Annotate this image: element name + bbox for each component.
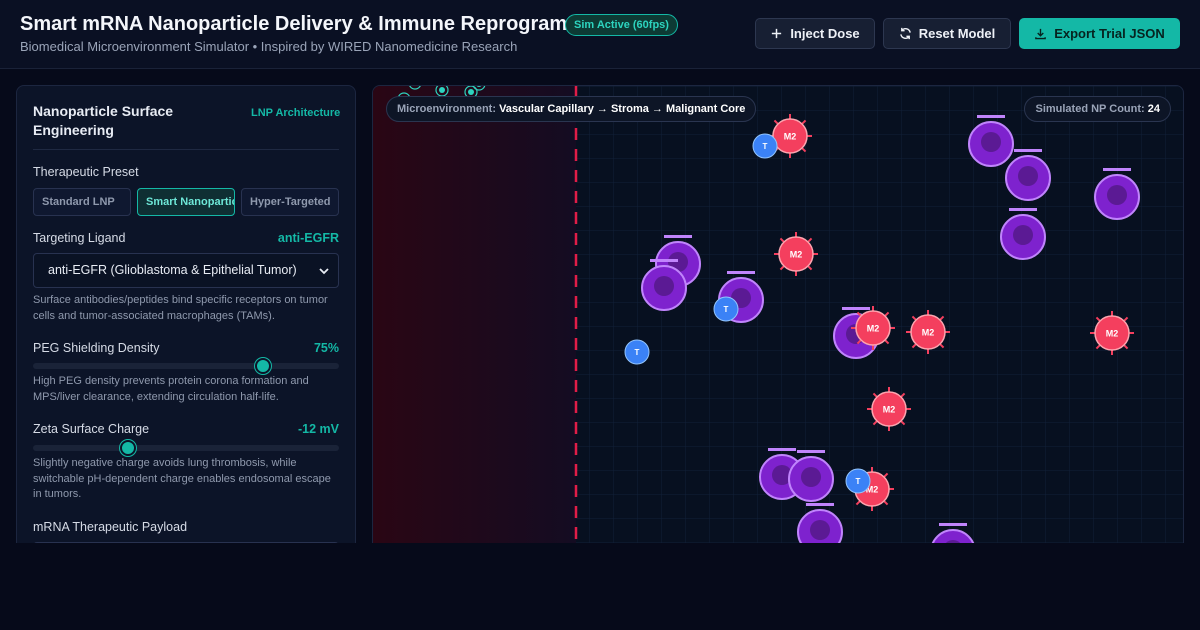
t-cell-label: T: [763, 142, 768, 151]
m2-label: M2: [790, 250, 803, 260]
m2-label: M2: [883, 405, 896, 415]
zeta-slider-thumb[interactable]: [119, 440, 136, 456]
m2-macrophage: M2: [906, 310, 950, 354]
np-count-pill: Simulated NP Count: 24: [1024, 96, 1171, 122]
architecture-tag: LNP Architecture: [251, 107, 341, 119]
np-count-value: 24: [1147, 103, 1160, 115]
reset-model-button[interactable]: Reset Model: [883, 18, 1011, 49]
zeta-value: -12 mV: [298, 422, 339, 436]
env-path: Vascular Capillary → Stroma → Malignant …: [499, 103, 746, 115]
m2-label: M2: [784, 132, 797, 142]
m2-label: M2: [1106, 329, 1119, 339]
inject-dose-label: Inject Dose: [790, 26, 860, 41]
surface-engineering-panel: Nanoparticle Surface Engineering LNP Arc…: [16, 85, 356, 555]
export-json-label: Export Trial JSON: [1054, 26, 1165, 41]
chevron-down-icon: [319, 268, 329, 275]
payload-label: mRNA Therapeutic Payload: [33, 520, 188, 534]
capillary-region: [373, 86, 576, 554]
plus-icon: [772, 28, 782, 39]
peg-label: PEG Shielding Density: [33, 341, 160, 355]
m2-macrophage: M2: [1090, 311, 1134, 355]
zeta-label: Zeta Surface Charge: [33, 422, 150, 436]
ligand-select-value: anti-EGFR (Glioblastoma & Epithelial Tum…: [48, 263, 297, 277]
peg-description: High PEG density prevents protein corona…: [33, 375, 309, 403]
t-cell: T: [624, 339, 650, 365]
peg-slider[interactable]: [33, 358, 339, 374]
panel-divider: [33, 149, 339, 150]
preset-standard-lnp[interactable]: Standard LNP: [33, 188, 131, 216]
app-header: Smart mRNA Nanoparticle Delivery & Immun…: [0, 0, 1200, 69]
panel-title: Nanoparticle Surface Engineering: [33, 103, 174, 138]
peg-slider-thumb[interactable]: [254, 358, 271, 374]
env-label: Microenvironment:: [397, 103, 497, 115]
export-json-button[interactable]: Export Trial JSON: [1019, 18, 1180, 49]
preset-label: Therapeutic Preset: [33, 165, 139, 179]
np-count-label: Simulated NP Count:: [1035, 103, 1145, 115]
page-subtitle: Biomedical Microenvironment Simulator • …: [20, 39, 518, 54]
preset-hyper-targeted[interactable]: Hyper-Targeted: [241, 188, 339, 216]
microenvironment-field: M2M2M2 M2 M2M2M2 TTTT: [373, 86, 1183, 554]
inject-dose-button[interactable]: Inject Dose: [755, 18, 875, 49]
page-footer-area: [0, 543, 1200, 630]
microenvironment-pill: Microenvironment: Vascular Capillary → S…: [386, 96, 757, 122]
m2-label: M2: [867, 324, 880, 334]
page-title: Smart mRNA Nanoparticle Delivery & Immun…: [20, 13, 615, 35]
preset-smart-nanoparticle[interactable]: Smart Nanoparticle: [137, 188, 235, 216]
ligand-label: Targeting Ligand: [33, 231, 126, 245]
ligand-description: Surface antibodies/peptides bind specifi…: [33, 294, 328, 322]
ligand-value: anti-EGFR: [277, 231, 339, 245]
t-cell-label: T: [856, 477, 861, 486]
m2-macrophage: M2: [867, 387, 911, 431]
t-cell: T: [713, 296, 739, 322]
m2-macrophage: M2: [851, 306, 895, 350]
t-cell-label: T: [724, 305, 729, 314]
t-cell: T: [752, 133, 778, 159]
refresh-icon: [899, 27, 911, 40]
t-cell-label: T: [635, 348, 640, 357]
peg-value: 75%: [313, 341, 339, 355]
ligand-select[interactable]: anti-EGFR (Glioblastoma & Epithelial Tum…: [33, 253, 339, 288]
simulation-canvas[interactable]: M2 M2 M2 M2 M2 M2 M2 TTTT Microenvironment: Va…: [372, 85, 1184, 555]
status-badge: Sim Active (60fps): [565, 14, 678, 36]
zeta-description: Slightly negative charge avoids lung thr…: [33, 457, 331, 500]
download-icon: [1035, 28, 1047, 40]
m2-label: M2: [922, 328, 935, 338]
reset-model-label: Reset Model: [918, 26, 996, 41]
t-cell: T: [845, 468, 871, 494]
m2-macrophage: M2: [774, 232, 818, 276]
zeta-slider[interactable]: [33, 440, 339, 456]
